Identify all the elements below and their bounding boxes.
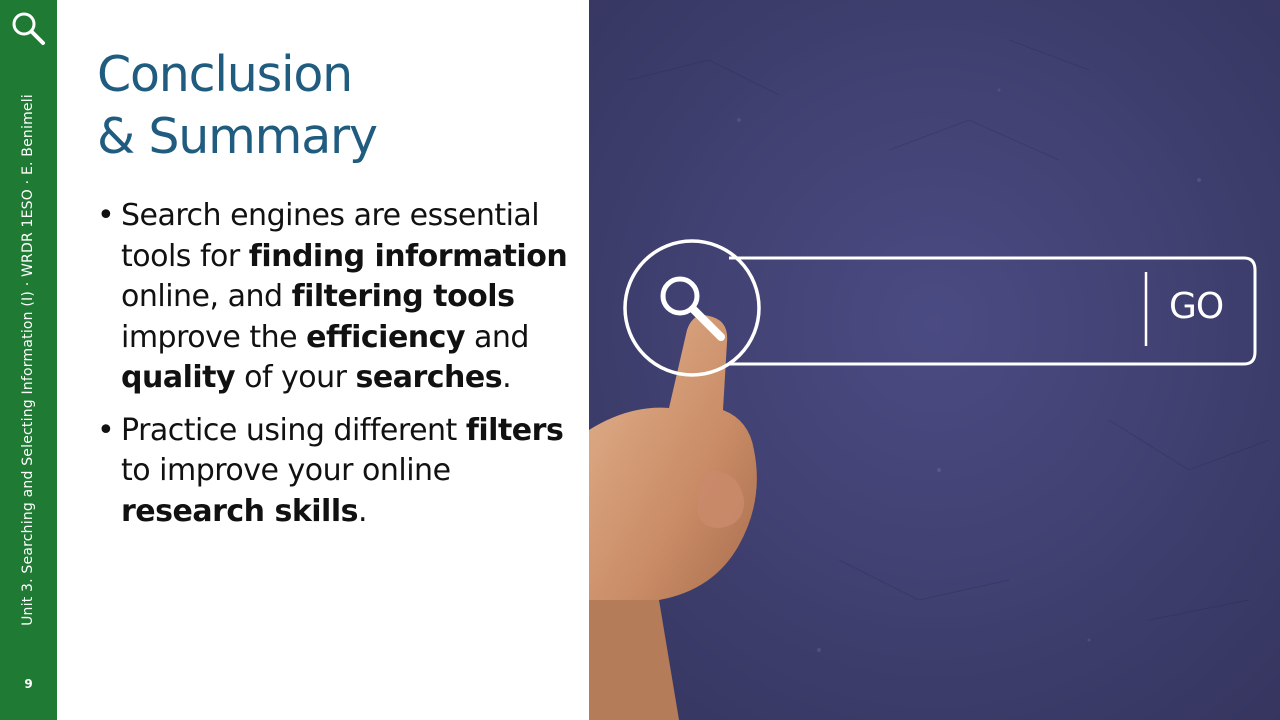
bullet-run: Practice using different: [121, 412, 466, 448]
bullet-run: online, and: [121, 279, 292, 314]
bullet-emphasis: filters: [465, 412, 564, 448]
photo-illustration: [589, 0, 1280, 720]
page-number: 9: [24, 677, 33, 691]
bullet-emphasis: efficiency: [306, 319, 465, 355]
bullet-run: .: [502, 360, 512, 395]
bullet-item: • Practice using different filters to im…: [97, 411, 577, 533]
bullet-dot: •: [97, 198, 115, 233]
bullet-text: Practice using different filters to impr…: [121, 412, 564, 529]
bullet-text: Search engines are essential tools for f…: [121, 198, 568, 395]
bullet-emphasis: searches: [355, 360, 503, 395]
bullet-run: to improve your online: [121, 453, 451, 488]
bullet-item: • Search engines are essential tools for…: [97, 196, 577, 399]
bullet-run: of your: [235, 360, 356, 395]
bullet-dot: •: [97, 412, 115, 448]
title-line-2: & Summary: [97, 108, 378, 165]
sidebar-caption: Unit 3. Searching and Selecting Informat…: [20, 94, 36, 626]
bullet-run: improve the: [121, 319, 307, 355]
bullet-run: .: [357, 493, 368, 529]
search-icon: [12, 12, 45, 45]
bullet-emphasis: finding information: [248, 238, 568, 274]
bullet-emphasis: quality: [121, 360, 236, 395]
slide-title: Conclusion & Summary: [97, 44, 567, 168]
sidebar: Unit 3. Searching and Selecting Informat…: [0, 0, 57, 720]
bullet-list: • Search engines are essential tools for…: [97, 196, 577, 544]
slide: Unit 3. Searching and Selecting Informat…: [0, 0, 1280, 720]
bullet-emphasis: filtering tools: [291, 279, 515, 314]
title-line-1: Conclusion: [97, 46, 353, 103]
search-bar-photo: GO: [589, 0, 1280, 720]
bullet-emphasis: research skills: [121, 493, 358, 529]
bullet-run: and: [465, 319, 529, 355]
go-label: GO: [1169, 286, 1224, 327]
